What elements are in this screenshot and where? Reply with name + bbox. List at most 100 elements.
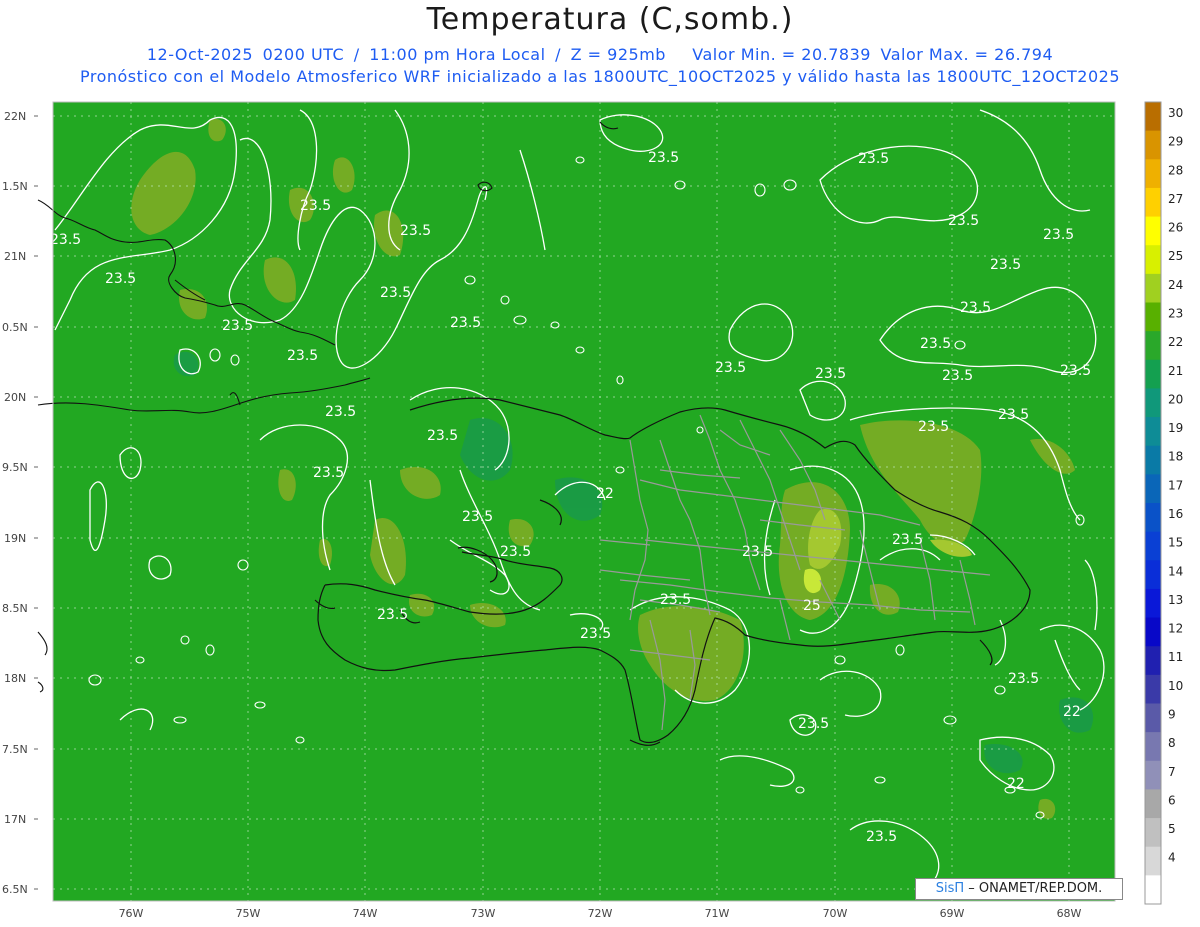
lon-label: 74W — [353, 907, 378, 920]
lon-label: 69W — [940, 907, 965, 920]
colorbar-swatch — [1145, 503, 1161, 533]
contour-label: 22 — [1007, 776, 1025, 792]
lat-label: 19N — [4, 532, 26, 545]
colorbar-label: 4 — [1168, 851, 1176, 865]
contour-label: 23.5 — [380, 285, 411, 301]
contour-label: 23.5 — [892, 532, 923, 548]
lon-label: 73W — [471, 907, 496, 920]
colorbar-swatch — [1145, 560, 1161, 590]
contour-label: 23.5 — [648, 150, 679, 166]
colorbar-swatch — [1145, 846, 1161, 876]
contour-label: 23.5 — [990, 257, 1021, 273]
colorbar-label: 26 — [1168, 221, 1183, 235]
temperature-map: 23.5 23.5 23.5 23.5 23.5 23.5 23.5 23.5 … — [2, 101, 1183, 920]
colorbar-swatch — [1145, 216, 1161, 246]
contour-label: 23.5 — [580, 626, 611, 642]
contour-label: 23.5 — [858, 151, 889, 167]
lat-label: 0.5N — [2, 321, 28, 334]
lon-label: 76W — [119, 907, 144, 920]
lon-label: 75W — [236, 907, 261, 920]
colorbar-swatch — [1145, 789, 1161, 819]
contour-label: 23.5 — [715, 360, 746, 376]
colorbar-swatch — [1145, 732, 1161, 762]
colorbar-swatch — [1145, 159, 1161, 189]
lat-label: 18N — [4, 672, 26, 685]
contour-label: 23.5 — [222, 318, 253, 334]
contour-label: 23.5 — [462, 509, 493, 525]
latitude-ticks — [34, 115, 38, 890]
lon-label: 72W — [588, 907, 613, 920]
colorbar-label: 29 — [1168, 135, 1183, 149]
colorbar-swatch — [1145, 646, 1161, 676]
colorbar-swatch — [1145, 130, 1161, 160]
contour-label: 23.5 — [942, 368, 973, 384]
colorbar-swatch — [1145, 531, 1161, 561]
colorbar-label: 19 — [1168, 421, 1183, 435]
contour-label: 23.5 — [798, 716, 829, 732]
colorbar-label: 15 — [1168, 536, 1183, 550]
colorbar-swatch — [1145, 331, 1161, 361]
contour-label: 23.5 — [377, 607, 408, 623]
contour-label: 23.5 — [50, 232, 81, 248]
colorbar-label: 30 — [1168, 106, 1183, 120]
contour-label: 23.5 — [427, 428, 458, 444]
colorbar-swatch — [1145, 388, 1161, 418]
colorbar-swatch — [1145, 617, 1161, 647]
sispi-logo: SisΠ — [935, 881, 965, 896]
colorbar-swatch — [1145, 102, 1161, 132]
colorbar-label: 24 — [1168, 278, 1183, 292]
contour-label: 23.5 — [500, 544, 531, 560]
contour-label: 23.5 — [105, 271, 136, 287]
colorbar-swatch — [1145, 875, 1161, 905]
colorbar-label: 10 — [1168, 679, 1183, 693]
colorbar-swatch — [1145, 474, 1161, 504]
colorbar-label: 13 — [1168, 593, 1183, 607]
lon-label: 70W — [823, 907, 848, 920]
colorbar-label: 5 — [1168, 822, 1176, 836]
contour-label: 23.5 — [400, 223, 431, 239]
lat-label: 20N — [4, 391, 26, 404]
lat-label: 22N — [4, 110, 26, 123]
contour-label: 23.5 — [918, 419, 949, 435]
colorbar-label: 23 — [1168, 307, 1183, 321]
lon-label: 71W — [705, 907, 730, 920]
colorbar-swatch — [1145, 417, 1161, 447]
contour-label: 22 — [596, 486, 614, 502]
colorbar-swatch — [1145, 818, 1161, 848]
colorbar-label: 8 — [1168, 736, 1176, 750]
lat-label: 8.5N — [2, 602, 28, 615]
contour-label: 23.5 — [1008, 671, 1039, 687]
colorbar-swatch — [1145, 445, 1161, 475]
contour-label: 23.5 — [287, 348, 318, 364]
latitude-axis: 22N 1.5N 21N 0.5N 20N 9.5N 19N 8.5N 18N … — [2, 110, 28, 896]
colorbar-label: 27 — [1168, 192, 1183, 206]
lat-label: 9.5N — [2, 461, 28, 474]
colorbar-label: 7 — [1168, 765, 1176, 779]
lat-label: 7.5N — [2, 743, 28, 756]
colorbar-swatch — [1145, 302, 1161, 332]
contour-label: 23.5 — [960, 300, 991, 316]
colorbar-swatch — [1145, 760, 1161, 790]
colorbar-label: 22 — [1168, 335, 1183, 349]
colorbar-label: 21 — [1168, 364, 1183, 378]
colorbar-label: 6 — [1168, 793, 1176, 807]
colorbar-label: 20 — [1168, 392, 1183, 406]
contour-label: 23.5 — [815, 366, 846, 382]
contour-label: 23.5 — [1060, 363, 1091, 379]
longitude-axis: 76W 75W 74W 73W 72W 71W 70W 69W 68W — [119, 907, 1082, 920]
colorbar-swatch — [1145, 187, 1161, 218]
contour-label: 23.5 — [300, 198, 331, 214]
colorbar-swatch — [1145, 703, 1161, 733]
contour-label: 23.5 — [948, 213, 979, 229]
lat-label: 6.5N — [2, 883, 28, 896]
contour-label: 23.5 — [313, 465, 344, 481]
colorbar: 30 29 28 27 26 25 24 23 22 21 20 19 18 17 16 15 14 13 12 11… — [1144, 101, 1183, 905]
contour-label: 23.5 — [998, 407, 1029, 423]
colorbar-label: 9 — [1168, 708, 1176, 722]
colorbar-swatch — [1145, 245, 1161, 275]
contour-label: 23.5 — [920, 336, 951, 352]
colorbar-swatch — [1145, 273, 1161, 303]
contour-label: 23.5 — [1043, 227, 1074, 243]
credit-text: – ONAMET/REP.DOM. — [968, 881, 1103, 896]
colorbar-swatch — [1145, 674, 1161, 704]
